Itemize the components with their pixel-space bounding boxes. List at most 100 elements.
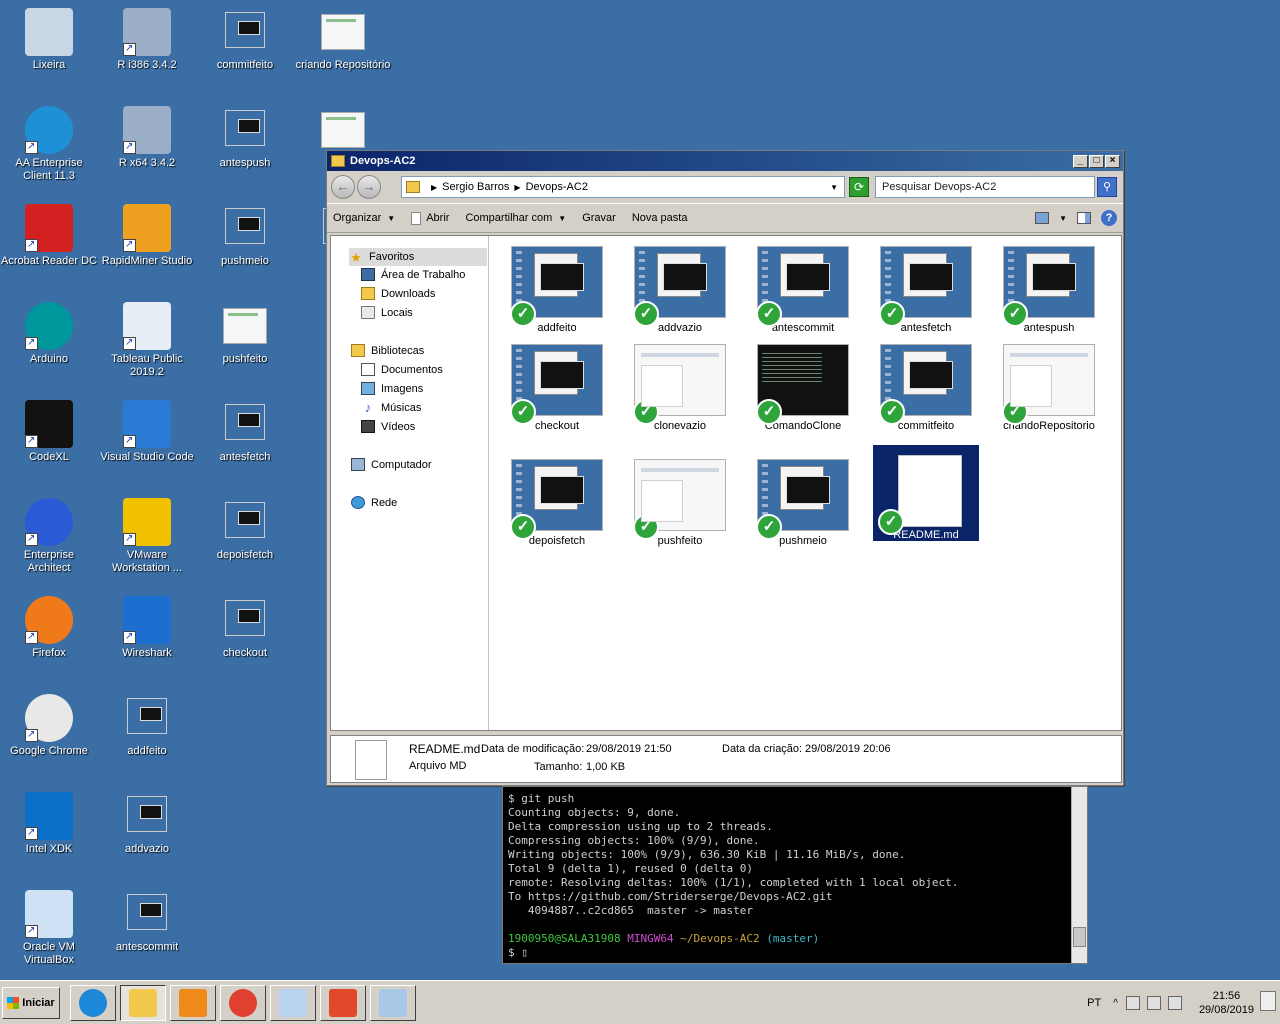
chevron-down-icon[interactable]: ▼ — [830, 183, 838, 192]
desktop-icon-item[interactable]: depoisfetch — [196, 498, 294, 562]
refresh-button[interactable]: ⟳ — [849, 177, 869, 197]
start-button[interactable]: Iniciar — [2, 987, 60, 1019]
desktop-icon-item[interactable]: antespush — [196, 106, 294, 170]
chevron-right-icon[interactable]: ▶ — [514, 183, 520, 192]
language-indicator[interactable]: PT — [1087, 997, 1101, 1009]
maximize-button[interactable]: □ — [1089, 154, 1104, 168]
nav-computer[interactable]: Computador — [351, 458, 432, 471]
desktop-icon-item[interactable]: criando Repositório — [294, 8, 392, 72]
desktop-icon-item[interactable]: antescommit — [98, 890, 196, 954]
forward-button[interactable]: → — [357, 175, 381, 199]
action-center-icon[interactable] — [1125, 996, 1140, 1010]
change-view-icon[interactable] — [1035, 212, 1050, 224]
file-item[interactable]: ✓ pushmeio — [750, 459, 856, 547]
desktop-icon-item[interactable]: RapidMiner Studio — [98, 204, 196, 268]
nav-libraries[interactable]: Bibliotecas — [351, 344, 424, 357]
taskbar-app-button[interactable] — [370, 985, 416, 1021]
search-icon[interactable]: ⚲ — [1097, 177, 1117, 197]
share-button[interactable]: Compartilhar com ▼ — [465, 212, 566, 224]
desktop-icon-item[interactable]: Oracle VM VirtualBox — [0, 890, 98, 967]
desktop-icon-item[interactable]: Tableau Public 2019.2 — [98, 302, 196, 379]
new-folder-button[interactable]: Nova pasta — [632, 212, 688, 224]
preview-pane-icon[interactable] — [1077, 212, 1091, 224]
file-item[interactable]: ✓ commitfeito — [873, 344, 979, 432]
nav-images[interactable]: Imagens — [361, 382, 423, 395]
file-item[interactable]: ✓ addvazio — [627, 246, 733, 334]
desktop-icon-item[interactable]: commitfeito — [196, 8, 294, 72]
file-item[interactable]: ✓ clonevazio — [627, 344, 733, 432]
file-item[interactable]: ✓ ComandoClone — [750, 344, 856, 432]
file-item[interactable]: ✓ addfeito — [504, 246, 610, 334]
network-tray-icon[interactable] — [1146, 996, 1161, 1010]
desktop-icon-item[interactable]: Visual Studio Code — [98, 400, 196, 464]
burn-button[interactable]: Gravar — [582, 212, 616, 224]
show-desktop-button[interactable] — [1260, 991, 1276, 1011]
chevron-down-icon[interactable]: ▼ — [1059, 214, 1067, 223]
chevron-right-icon[interactable]: ▶ — [431, 183, 437, 192]
file-item[interactable]: ✓ antespush — [996, 246, 1102, 334]
desktop-icon-item[interactable]: Firefox — [0, 596, 98, 660]
desktop-icon-item[interactable]: Enterprise Architect — [0, 498, 98, 575]
desktop-icon-item[interactable]: VMware Workstation ... — [98, 498, 196, 575]
nav-favorites[interactable]: ★ Favoritos — [349, 248, 487, 266]
organize-button[interactable]: Organizar ▼ — [333, 212, 395, 224]
scrollbar-thumb[interactable] — [1073, 927, 1086, 947]
file-item[interactable]: ✓ antescommit — [750, 246, 856, 334]
taskbar-app-button[interactable] — [170, 985, 216, 1021]
desktop-icon-item[interactable]: Arduino — [0, 302, 98, 366]
breadcrumb-devops-ac2[interactable]: Devops-AC2 — [526, 181, 588, 193]
desktop-icon-item[interactable]: Lixeira — [0, 8, 98, 72]
address-bar[interactable]: ▶ Sergio Barros ▶ Devops-AC2 ▼ — [401, 176, 845, 198]
desktop-icon-item[interactable]: Google Chrome — [0, 694, 98, 758]
file-item[interactable]: ✓ criandoRepositorio — [996, 344, 1102, 432]
desktop-icon-item[interactable]: CodeXL — [0, 400, 98, 464]
terminal-scrollbar[interactable] — [1071, 787, 1087, 963]
taskbar-app-button[interactable] — [70, 985, 116, 1021]
help-icon[interactable]: ? — [1101, 210, 1117, 226]
desktop-icon-item[interactable]: pushmeio — [196, 204, 294, 268]
file-item[interactable]: ✓ README.md — [873, 445, 979, 541]
desktop-icon-item[interactable]: pushfeito — [196, 302, 294, 366]
taskbar-app-button[interactable] — [270, 985, 316, 1021]
volume-icon[interactable] — [1167, 996, 1182, 1010]
search-input[interactable]: Pesquisar Devops-AC2 — [875, 176, 1095, 198]
title-bar[interactable]: Devops-AC2 _ □ × — [327, 151, 1123, 171]
explorer-window[interactable]: Devops-AC2 _ □ × ← → ▶ Sergio Barros ▶ D… — [326, 150, 1124, 786]
nav-locations[interactable]: Locais — [361, 306, 413, 319]
taskbar-app-button[interactable] — [120, 985, 166, 1021]
terminal-input-line[interactable]: $ ▯ — [508, 946, 528, 960]
desktop-icon-item[interactable]: Wireshark — [98, 596, 196, 660]
nav-documents[interactable]: Documentos — [361, 363, 443, 376]
file-item[interactable]: ✓ pushfeito — [627, 459, 733, 547]
folder-icon — [331, 155, 345, 167]
nav-downloads[interactable]: Downloads — [361, 287, 435, 300]
back-button[interactable]: ← — [331, 175, 355, 199]
desktop-icon-item[interactable]: Acrobat Reader DC — [0, 204, 98, 268]
desktop-icon-item[interactable]: addvazio — [98, 792, 196, 856]
desktop-icon-item[interactable]: checkout — [196, 596, 294, 660]
git-bash-terminal[interactable]: $ git push Counting objects: 9, done. Delt… — [502, 786, 1088, 964]
breadcrumb-sergio-barros[interactable]: Sergio Barros — [442, 181, 509, 193]
file-item[interactable]: ✓ checkout — [504, 344, 610, 432]
taskbar-app-button[interactable] — [320, 985, 366, 1021]
file-item[interactable]: ✓ antesfetch — [873, 246, 979, 334]
shortcut-arrow-icon — [25, 532, 38, 546]
burn-label: Gravar — [582, 212, 616, 224]
clock[interactable]: 21:56 29/08/2019 — [1199, 989, 1254, 1017]
open-button[interactable]: Abrir — [411, 211, 449, 225]
nav-videos[interactable]: Vídeos — [361, 420, 415, 433]
file-item[interactable]: ✓ depoisfetch — [504, 459, 610, 547]
desktop-icon-item[interactable]: antesfetch — [196, 400, 294, 464]
desktop-icon-item[interactable]: addfeito — [98, 694, 196, 758]
desktop-icon-item[interactable]: R x64 3.4.2 — [98, 106, 196, 170]
desktop-icon-item[interactable]: R i386 3.4.2 — [98, 8, 196, 72]
desktop-icon-item[interactable]: AA Enterprise Client 11.3 — [0, 106, 98, 183]
taskbar-app-button[interactable] — [220, 985, 266, 1021]
chevron-up-icon[interactable]: ^ — [1113, 998, 1118, 1009]
close-button[interactable]: × — [1105, 154, 1120, 168]
nav-music[interactable]: ♪ Músicas — [361, 401, 422, 414]
nav-desktop[interactable]: Área de Trabalho — [361, 268, 465, 281]
nav-network[interactable]: Rede — [351, 496, 397, 509]
desktop-icon-item[interactable]: Intel XDK — [0, 792, 98, 856]
minimize-button[interactable]: _ — [1073, 154, 1088, 168]
